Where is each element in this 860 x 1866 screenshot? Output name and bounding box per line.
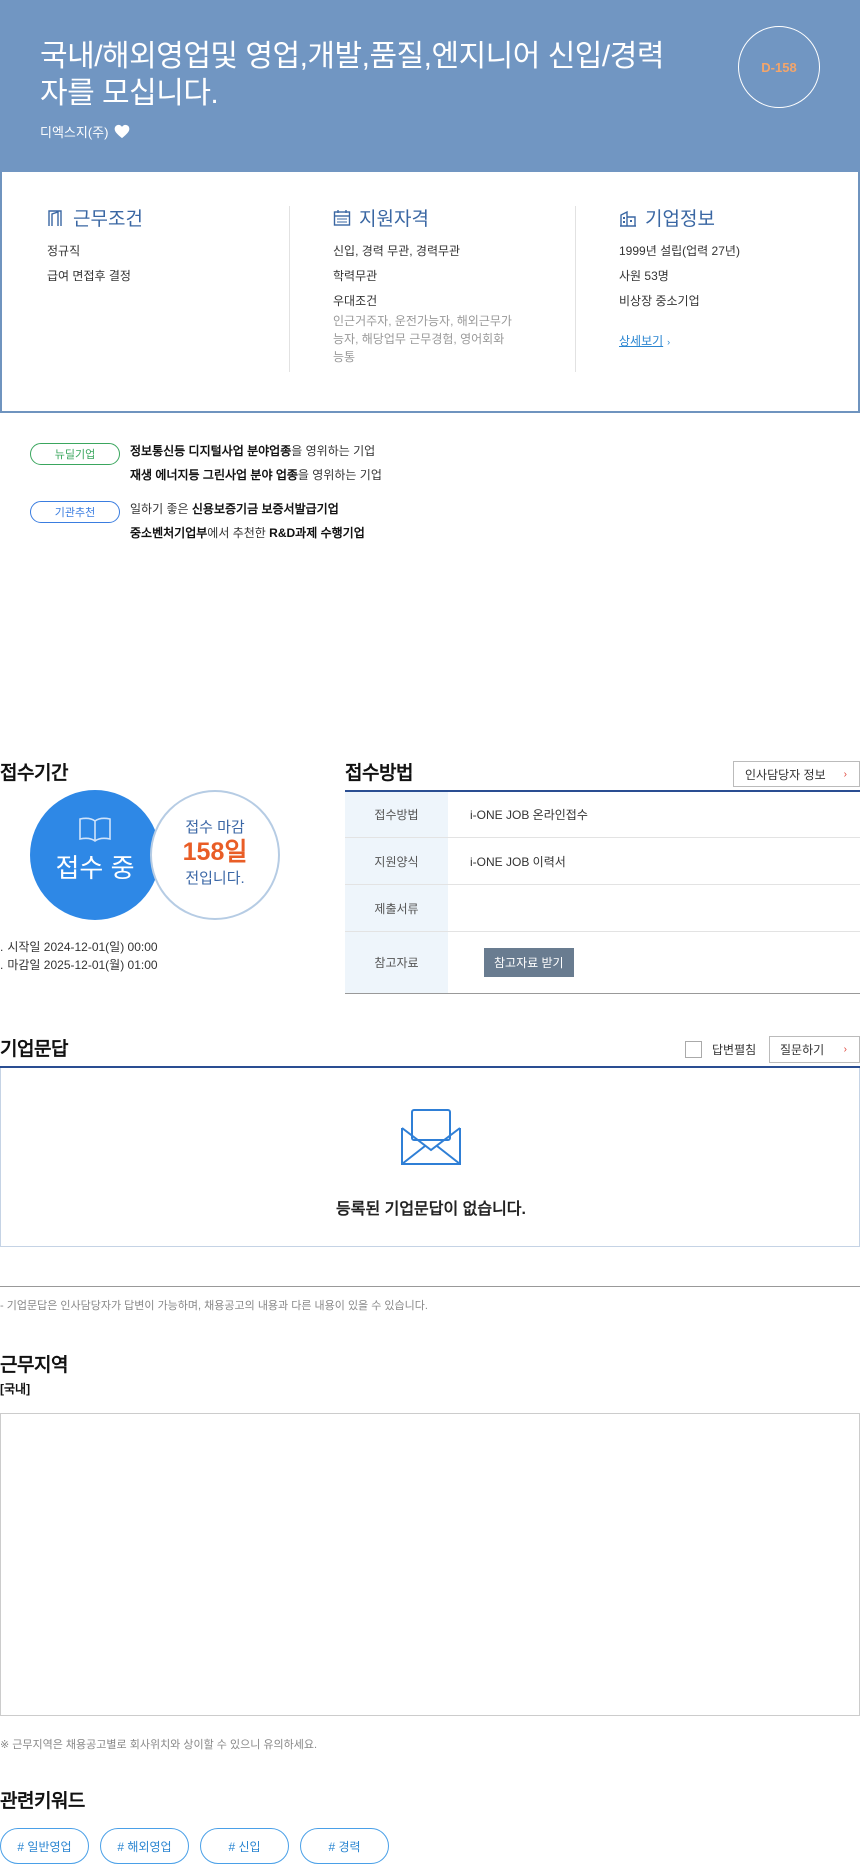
company-employees: 사원 53명	[619, 269, 669, 283]
chevron-right-icon: ›	[667, 337, 671, 347]
newdeal-line: 재생 에너지등 그린사업 분야 업종을 영위하는 기업	[130, 468, 382, 482]
door-icon	[48, 209, 62, 226]
deadline-circle: 접수 마감 158일 전입니다.	[150, 790, 280, 920]
row-value: 참고자료 받기	[448, 932, 860, 993]
receipt-status: 접수 중	[55, 853, 135, 883]
table-row: 접수방법 i-ONE JOB 온라인접수	[345, 792, 860, 838]
work-area-map[interactable]	[0, 1413, 860, 1716]
row-value	[448, 885, 860, 931]
calendar-icon	[333, 209, 351, 226]
qna-note: - 기업문답은 인사담당자가 답변이 가능하며, 채용공고의 내용과 다른 내용…	[0, 1300, 428, 1312]
job-summary: 근무조건 정규직 급여 면접후 결정 지원자격 신입, 경력 무관, 경력무관 …	[0, 172, 860, 413]
receipt-status-circle: 접수 중	[30, 790, 160, 920]
table-row: 지원양식 i-ONE JOB 이력서	[345, 838, 860, 885]
newdeal-description: 정보통신등 디지털사업 분야업종을 영위하는 기업 재생 에너지등 그린사업 분…	[130, 443, 382, 491]
qualification-heading: 지원자격	[333, 204, 513, 231]
deadline-prefix: 접수 마감	[185, 819, 245, 836]
job-title: 국내/해외영업및 영업,개발,품질,엔지니어 신입/경력자를 모십니다.	[40, 40, 664, 110]
work-area-heading: 근무지역	[0, 1355, 68, 1376]
company-name[interactable]: 디엑스지(주)	[40, 122, 108, 141]
qualification-preference-label: 우대조건	[333, 294, 378, 308]
agency-description: 일하기 좋은 신용보증기금 보증서발급기업 중소벤처기업부에서 추천한 R&D과…	[130, 501, 365, 549]
ask-question-button[interactable]: 질문하기 ›	[769, 1036, 860, 1063]
start-date: 시작일 2024-12-01(일) 00:00	[0, 938, 157, 956]
table-row: 제출서류	[345, 885, 860, 932]
row-value: i-ONE JOB 이력서	[470, 854, 566, 869]
receipt-dates: 시작일 2024-12-01(일) 00:00 마감일 2025-12-01(월…	[0, 938, 157, 974]
apply-method-heading: 접수방법	[345, 763, 413, 784]
keyword-tag[interactable]: # 경력	[300, 1828, 389, 1864]
row-key: 제출서류	[345, 885, 448, 931]
newdeal-line: 정보통신등 디지털사업 분야업종을 영위하는 기업	[130, 444, 376, 458]
chevron-right-icon: ›	[843, 1044, 847, 1055]
building-icon	[620, 210, 636, 227]
company-detail-link[interactable]: 상세보기 ›	[619, 332, 670, 349]
qualification-preference-detail: 인근거주자, 운전가능자, 해외근무가능자, 해당업무 근무경험, 영어회화능통	[333, 314, 512, 364]
agency-recommend-badge: 기관추천	[30, 501, 120, 523]
keyword-tag[interactable]: # 해외영업	[100, 1828, 189, 1864]
conditions-heading: 근무조건	[47, 204, 143, 231]
dday-badge: D-158	[738, 26, 820, 108]
qualification-column: 지원자격 신입, 경력 무관, 경력무관 학력무관 우대조건 인근거주자, 운전…	[333, 204, 513, 366]
conditions-column: 근무조건 정규직 급여 면접후 결정	[47, 204, 143, 293]
condition-employment-type: 정규직	[47, 244, 81, 258]
qna-empty-message: 등록된 기업문답이 없습니다.	[336, 1201, 526, 1218]
agency-line: 중소벤처기업부에서 추천한 R&D과제 수행기업	[130, 526, 365, 540]
agency-badge-row: 기관추천 일하기 좋은 신용보증기금 보증서발급기업 중소벤처기업부에서 추천한…	[30, 501, 365, 549]
company-info-column: 기업정보 1999년 설립(업력 27년) 사원 53명 비상장 중소기업 상세…	[619, 204, 740, 350]
row-key: 지원양식	[345, 838, 448, 884]
keyword-tag[interactable]: # 신입	[200, 1828, 289, 1864]
qualification-career: 신입, 경력 무관, 경력무관	[333, 244, 461, 258]
condition-salary: 급여 면접후 결정	[47, 269, 131, 283]
receipt-period-heading: 접수기간	[0, 763, 68, 784]
download-reference-button[interactable]: 참고자료 받기	[484, 948, 574, 977]
newdeal-badge: 뉴딜기업	[30, 443, 120, 465]
keywords-heading: 관련키워드	[0, 1791, 85, 1812]
heart-icon[interactable]	[114, 124, 130, 139]
answer-expand-toggle[interactable]: 답변펼침	[685, 1041, 756, 1058]
apply-method-table: 접수방법 i-ONE JOB 온라인접수 지원양식 i-ONE JOB 이력서 …	[345, 790, 860, 994]
envelope-icon	[401, 1109, 461, 1165]
divider	[289, 206, 290, 372]
hr-manager-info-button[interactable]: 인사담당자 정보 ›	[733, 761, 860, 787]
chevron-right-icon: ›	[843, 768, 847, 780]
agency-line: 일하기 좋은 신용보증기금 보증서발급기업	[130, 502, 339, 516]
qna-empty-box: 등록된 기업문답이 없습니다.	[0, 1068, 860, 1247]
work-area-note: ※ 근무지역은 채용공고별로 회사위치와 상이할 수 있으니 유의하세요.	[0, 1739, 318, 1751]
divider	[0, 1286, 860, 1287]
answer-expand-label: 답변펼침	[712, 1043, 757, 1057]
row-key: 접수방법	[345, 792, 448, 837]
company-founded: 1999년 설립(업력 27년)	[619, 244, 740, 258]
qualification-education: 학력무관	[333, 269, 378, 283]
keyword-tag[interactable]: # 일반영업	[0, 1828, 89, 1864]
keyword-list: # 일반영업 # 해외영업 # 신입 # 경력	[0, 1828, 389, 1864]
company-row: 디엑스지(주)	[40, 122, 130, 141]
book-icon	[79, 817, 111, 842]
end-date: 마감일 2025-12-01(월) 01:00	[0, 956, 157, 974]
divider	[575, 206, 576, 372]
row-value: i-ONE JOB 온라인접수	[470, 808, 588, 822]
company-info-heading: 기업정보	[619, 204, 740, 231]
deadline-suffix: 전입니다.	[185, 870, 245, 887]
newdeal-badge-row: 뉴딜기업 정보통신등 디지털사업 분야업종을 영위하는 기업 재생 에너지등 그…	[30, 443, 382, 491]
answer-expand-checkbox[interactable]	[685, 1041, 702, 1058]
row-key: 참고자료	[345, 932, 448, 993]
work-region: [국내]	[0, 1382, 31, 1396]
job-header: 국내/해외영업및 영업,개발,품질,엔지니어 신입/경력자를 모십니다. 디엑스…	[0, 0, 860, 172]
qna-heading: 기업문답	[0, 1039, 68, 1060]
table-row: 참고자료 참고자료 받기	[345, 932, 860, 993]
deadline-days: 158일	[182, 838, 248, 866]
company-type: 비상장 중소기업	[619, 294, 700, 308]
